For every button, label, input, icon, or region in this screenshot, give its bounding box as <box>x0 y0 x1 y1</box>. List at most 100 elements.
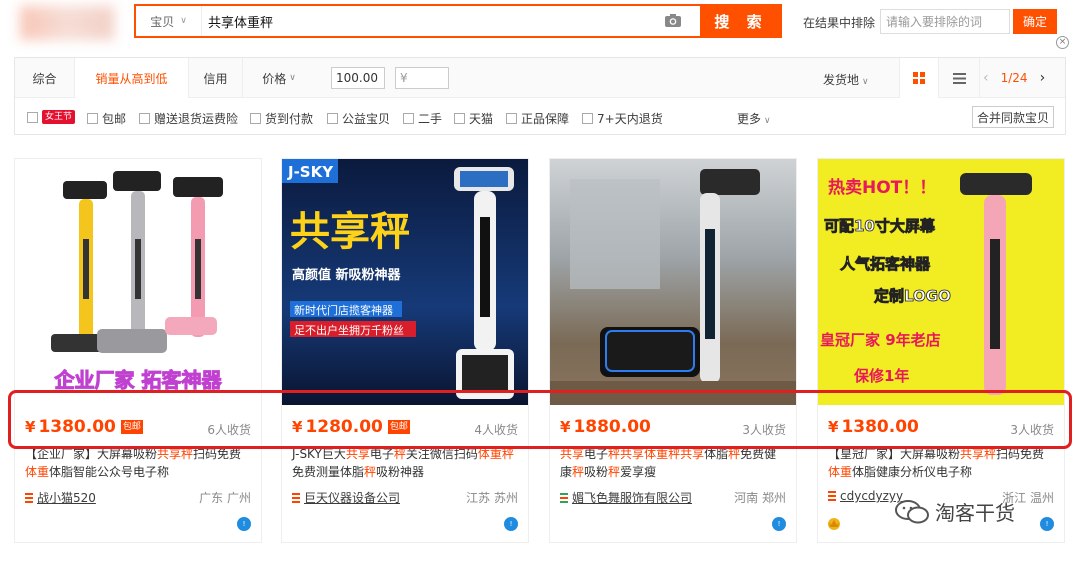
shop-link[interactable]: 战小猫520 <box>25 489 96 506</box>
image-line: 热卖HOT！！ <box>828 177 936 198</box>
title-highlight: 体重秤 <box>477 447 514 461</box>
filter-7day-return[interactable]: 7+天内退货 <box>582 110 663 127</box>
checkbox[interactable] <box>87 113 98 124</box>
shop-link[interactable]: 媚飞色舞服饰有限公司 <box>560 489 692 506</box>
product-title[interactable]: J-SKY巨大共享电子秤关注微信扫码体重秤免费测量体脂秤吸粉神器 <box>292 445 520 481</box>
product-image[interactable] <box>550 159 796 405</box>
filter-genuine[interactable]: 正品保障 <box>506 110 569 127</box>
title-segment: 扫码免费 <box>996 447 1045 461</box>
product-title[interactable]: 【企业厂家】大屏幕吸粉共享秤扫码免费体重体脂智能公众号电子称 <box>25 445 253 481</box>
price-max-input[interactable]: ¥ <box>395 67 449 89</box>
filter-tmall-festival[interactable]: 女王节 <box>27 110 76 124</box>
filter-charity[interactable]: 公益宝贝 <box>327 110 390 127</box>
more-filters[interactable]: 更多 ∨ <box>737 110 771 127</box>
location: 广东 广州 <box>199 491 251 505</box>
wangwang-chat-icon[interactable]: ! <box>237 517 251 531</box>
sort-row: 综合 销量从高到低 信用 价格 ∨ 100.00 - ¥ 发货地∨ ‹ 1/24 <box>15 58 1065 98</box>
title-highlight: 重 <box>37 465 50 479</box>
checkbox[interactable] <box>139 113 150 124</box>
title-segment: 体脂 <box>704 447 729 461</box>
title-highlight: 共享 <box>680 447 705 461</box>
product-image[interactable]: 热卖HOT！！ 可配10寸大屏幕 人气拓客神器 定制LOGO 皇冠厂家 9年老店… <box>818 159 1064 405</box>
filter-cod[interactable]: 货到付款 <box>250 110 313 127</box>
tab-sales-desc[interactable]: 销量从高到低 <box>75 58 189 98</box>
checkbox[interactable] <box>506 113 517 124</box>
wangwang-chat-icon[interactable]: ! <box>772 517 786 531</box>
image-title: 共享秤 <box>290 209 410 255</box>
filter-label: 二手 <box>418 112 443 126</box>
merge-same-button[interactable]: 合并同款宝贝 <box>972 106 1054 128</box>
product-card[interactable]: ¥1880.00 3人收货 共享电子秤共享体重秤共享体脂秤免费健康秤吸粉秤爱享瘦… <box>549 158 797 543</box>
product-image[interactable]: 企业厂家 拓客神器 <box>15 159 261 405</box>
list-view-button[interactable] <box>940 58 980 98</box>
product-card[interactable]: 企业厂家 拓客神器 ¥1380.00 包邮 6人收货 【企业厂家】大屏幕吸粉共享秤… <box>14 158 262 543</box>
checkbox[interactable] <box>27 111 38 123</box>
filter-secondhand[interactable]: 二手 <box>403 110 442 127</box>
top-search-bar: 宝贝 ∨ 共享体重秤 搜 索 在结果中排除 请输入要排除的词 确定 × <box>0 0 1080 49</box>
title-segment: 免费测量体脂 <box>292 465 365 479</box>
shop-name: 媚飞色舞服饰有限公司 <box>572 491 693 505</box>
chevron-right-icon[interactable]: › <box>1040 70 1046 86</box>
grid-view-button[interactable] <box>899 58 939 98</box>
title-segment: 爱享瘦 <box>620 465 657 479</box>
wangwang-chat-icon[interactable]: ! <box>504 517 518 531</box>
tab-price[interactable]: 价格 ∨ <box>243 58 315 98</box>
festival-badge: 女王节 <box>42 110 76 124</box>
title-highlight: 体 <box>25 465 38 479</box>
shop-name: 战小猫520 <box>37 491 96 505</box>
brand-label: J-SKY <box>287 163 334 181</box>
filter-label: 赠送退货运费险 <box>154 112 239 126</box>
product-card[interactable]: 热卖HOT！！ 可配10寸大屏幕 人气拓客神器 定制LOGO 皇冠厂家 9年老店… <box>817 158 1065 543</box>
wangwang-chat-icon[interactable]: ! <box>1040 517 1054 531</box>
tab-credit[interactable]: 信用 <box>189 58 243 98</box>
title-highlight: 共享 <box>345 447 370 461</box>
search-input[interactable]: 共享体重秤 <box>202 12 664 31</box>
checkbox[interactable] <box>582 113 593 124</box>
watermark-text: 淘客干货 <box>935 501 1015 525</box>
title-segment: 【皇冠厂家】大屏幕吸粉 <box>828 447 961 461</box>
checkbox[interactable] <box>250 113 261 124</box>
filter-label: 公益宝贝 <box>342 112 391 126</box>
shop-link[interactable]: cdycdyzyy <box>828 489 903 503</box>
search-category-select[interactable]: 宝贝 ∨ <box>136 6 202 36</box>
product-card[interactable]: J-SKY 共享秤 高颜值 新吸粉神器 新时代门店揽客神器 足不出户坐拥万千粉丝… <box>281 158 529 543</box>
checkbox[interactable] <box>454 113 465 124</box>
page-indicator: 1/24 <box>1000 71 1028 85</box>
checkbox[interactable] <box>403 113 414 124</box>
product-title[interactable]: 共享电子秤共享体重秤共享体脂秤免费健康秤吸粉秤爱享瘦 <box>560 445 788 481</box>
title-highlight: 共享秤 <box>157 447 194 461</box>
chevron-down-icon: ∨ <box>764 116 771 126</box>
title-highlight: 共享秤 <box>960 447 997 461</box>
exclude-input[interactable]: 请输入要排除的词 <box>880 9 1010 34</box>
close-icon[interactable]: × <box>1056 36 1069 49</box>
camera-icon[interactable] <box>664 13 684 29</box>
shop-link[interactable]: 巨天仪器设备公司 <box>292 489 400 506</box>
ship-from-dropdown[interactable]: 发货地 ∨ <box>823 71 869 88</box>
ship-from-label: 发货地 <box>823 73 860 87</box>
filter-free-shipping[interactable]: 包邮 <box>87 110 126 127</box>
scale-illustration: 企业厂家 拓客神器 <box>51 171 223 393</box>
checkbox[interactable] <box>327 113 338 124</box>
price-min-input[interactable]: 100.00 <box>331 67 385 89</box>
shop-name: cdycdyzyy <box>840 489 904 503</box>
tab-comprehensive[interactable]: 综合 <box>15 58 75 98</box>
filter-return-insurance[interactable]: 赠送退货运费险 <box>139 110 238 127</box>
image-line: 人气拓客神器 <box>840 255 931 273</box>
price-row-highlight <box>8 390 1072 449</box>
product-title[interactable]: 【皇冠厂家】大屏幕吸粉共享秤扫码免费体重体脂健康分析仪电子称 <box>828 445 1056 481</box>
search-box[interactable]: 宝贝 ∨ 共享体重秤 <box>134 4 700 38</box>
logo[interactable] <box>20 6 114 40</box>
search-button[interactable]: 搜 索 <box>700 4 782 38</box>
title-segment: 关注微信扫码 <box>405 447 478 461</box>
confirm-button[interactable]: 确定 <box>1013 9 1057 34</box>
shop-icon <box>292 492 300 503</box>
filter-tmall[interactable]: 天猫 <box>454 110 493 127</box>
title-highlight: 共享 <box>560 447 585 461</box>
filter-label: 天猫 <box>469 112 494 126</box>
title-highlight: 秤 <box>393 447 406 461</box>
title-segment: 体脂健康分析仪电子称 <box>852 465 973 479</box>
scale-illustration <box>550 169 796 405</box>
product-image[interactable]: J-SKY 共享秤 高颜值 新吸粉神器 新时代门店揽客神器 足不出户坐拥万千粉丝 <box>282 159 528 405</box>
image-caption: 企业厂家 拓客神器 <box>54 368 223 392</box>
chevron-left-icon[interactable]: ‹ <box>983 70 989 86</box>
